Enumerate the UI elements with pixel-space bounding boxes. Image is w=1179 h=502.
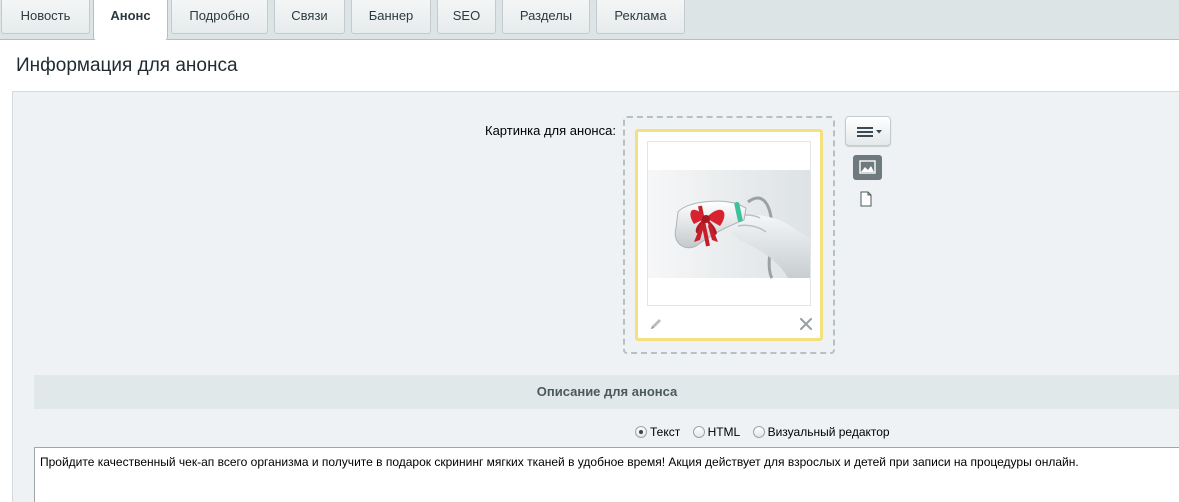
tab-banner[interactable]: Баннер [351, 0, 431, 34]
file-mode-button[interactable] [859, 191, 873, 207]
tab-announcement[interactable]: Анонс [93, 0, 168, 40]
preview-image-label: Картинка для анонса: [485, 123, 616, 138]
close-icon [799, 317, 813, 331]
description-mode-group: Текст HTML Визуальный редактор [635, 425, 899, 443]
description-header: Описание для анонса [34, 375, 1179, 409]
description-textarea[interactable]: Пройдите качественный чек-ап всего орган… [34, 447, 1179, 502]
mode-visual-label: Визуальный редактор [767, 425, 890, 439]
hamburger-menu-icon [857, 127, 882, 137]
pencil-icon [651, 319, 661, 329]
tab-details[interactable]: Подробно [171, 0, 268, 34]
caret-down-icon [876, 130, 882, 134]
mode-html-option[interactable]: HTML [692, 425, 741, 439]
ultrasound-gift-image [648, 142, 810, 305]
image-icon [859, 160, 876, 174]
mode-html-label: HTML [707, 425, 741, 439]
mode-text-option[interactable]: Текст [635, 425, 680, 439]
tab-seo[interactable]: SEO [437, 0, 496, 34]
image-drop-zone[interactable] [623, 116, 835, 354]
tab-advertising[interactable]: Реклама [596, 0, 685, 34]
tab-sections[interactable]: Разделы [502, 0, 590, 34]
image-menu-button[interactable] [845, 116, 891, 146]
radio-html[interactable] [692, 426, 705, 438]
mode-text-label: Текст [650, 425, 681, 439]
tab-links[interactable]: Связи [274, 0, 345, 34]
tab-content: Информация для анонса Картинка для анонс… [0, 40, 1179, 502]
mode-visual-option[interactable]: Визуальный редактор [752, 425, 890, 439]
section-title: Информация для анонса [16, 55, 238, 76]
tab-news[interactable]: Новость [1, 0, 90, 34]
radio-text[interactable] [635, 426, 647, 438]
image-preview [647, 141, 811, 306]
image-mode-button[interactable] [853, 155, 882, 180]
remove-image-button[interactable] [798, 316, 814, 332]
file-icon [860, 191, 872, 207]
image-card [635, 129, 823, 341]
edit-image-button[interactable] [648, 316, 664, 332]
tab-bar: Новость Анонс Подробно Связи Баннер SEO … [0, 0, 1179, 40]
radio-visual-editor[interactable] [752, 426, 765, 438]
form-area: Картинка для анонса: Описание для анонса… [12, 91, 1179, 502]
